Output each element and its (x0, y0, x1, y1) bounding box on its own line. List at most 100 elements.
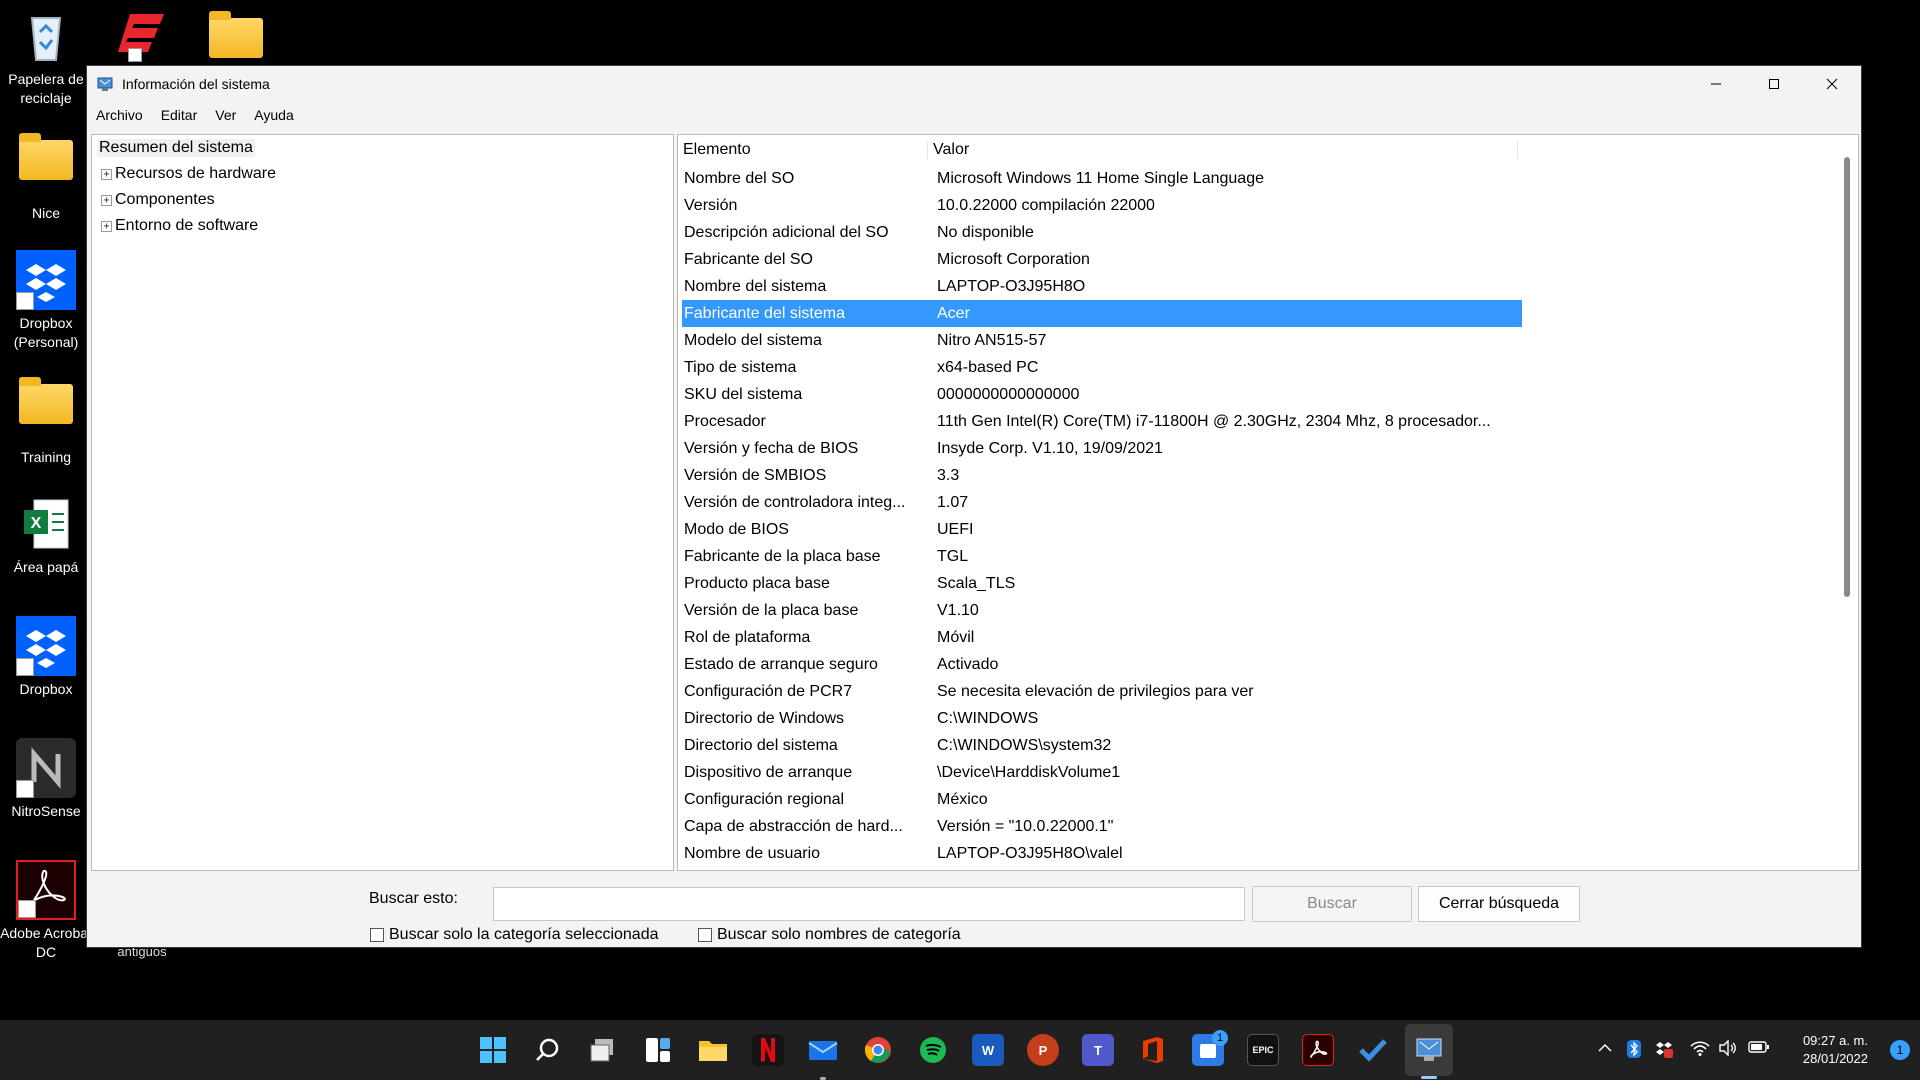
search-input[interactable] (493, 887, 1245, 921)
notification-badge[interactable]: 1 (1890, 1040, 1910, 1060)
expand-plus-icon[interactable]: + (101, 168, 112, 180)
table-row[interactable]: Versión 10.0.22000 compilación 22000 (682, 192, 1522, 219)
cell-value: C:\WINDOWS (937, 709, 1039, 727)
table-row[interactable]: Modelo del sistema Nitro AN515-57 (682, 327, 1522, 354)
table-row[interactable]: Dispositivo de arranque \Device\HarddiskV… (682, 759, 1522, 786)
dropbox-tray-icon[interactable] (1655, 1040, 1673, 1062)
cell-element: Capa de abstracción de hard... (684, 817, 903, 835)
powerpoint-button[interactable]: P (1027, 1034, 1059, 1066)
table-row[interactable]: Nombre del sistema LAPTOP-O3J95H8O (682, 273, 1522, 300)
netflix-button[interactable] (752, 1034, 784, 1066)
bluetooth-tray-icon[interactable] (1627, 1040, 1641, 1062)
table-row[interactable]: Producto placa base Scala_TLS (682, 570, 1522, 597)
acrobat-icon (1310, 1040, 1328, 1059)
close-button[interactable] (1803, 66, 1861, 102)
table-row[interactable]: Fabricante de la placa base TGL (682, 543, 1522, 570)
minimize-button[interactable] (1687, 66, 1745, 102)
taskbar: W P T 1 EPIC 09:27 a. m. 28/01/2022 1 (0, 1020, 1920, 1080)
table-row[interactable]: Versión de la placa base V1.10 (682, 597, 1522, 624)
taskbar-clock[interactable]: 09:27 a. m. 28/01/2022 (1803, 1032, 1868, 1068)
desktop-icon-expressvpn[interactable] (96, 6, 188, 70)
search-panel: Buscar esto: Buscar Cerrar búsqueda Busc… (87, 876, 1861, 948)
expand-plus-icon[interactable]: + (101, 220, 112, 232)
table-row[interactable]: SKU del sistema 0000000000000000 (682, 381, 1522, 408)
menu-ver[interactable]: Ver (215, 107, 236, 123)
table-row[interactable]: Nombre del SO Microsoft Windows 11 Home S… (682, 165, 1522, 192)
table-row[interactable]: Configuración regional México (682, 786, 1522, 813)
shortcut-arrow-icon (128, 48, 142, 62)
teams-button[interactable]: T (1082, 1034, 1114, 1066)
chrome-button[interactable] (862, 1034, 894, 1066)
column-header-element[interactable]: Elemento (678, 141, 928, 159)
mail-button[interactable] (807, 1034, 839, 1066)
vertical-scrollbar[interactable] (1844, 157, 1850, 597)
checkbox-category-names[interactable]: Buscar solo nombres de categoría (698, 926, 961, 944)
task-view-button[interactable] (586, 1034, 618, 1066)
wifi-tray-icon[interactable] (1690, 1040, 1710, 1060)
table-row[interactable]: Directorio de Windows C:\WINDOWS (682, 705, 1522, 732)
table-row[interactable]: Directorio del sistema C:\WINDOWS\system3… (682, 732, 1522, 759)
desktop-icon-nice[interactable]: Nice (0, 128, 92, 223)
column-header-value[interactable]: Valor (928, 141, 1518, 159)
epic-games-button[interactable]: EPIC (1247, 1034, 1279, 1066)
desktop-icon-nitrosense[interactable]: NitroSense (0, 738, 92, 821)
tree-item-label: Recursos de hardware (115, 165, 276, 182)
table-row[interactable]: Fabricante del sistema Acer (682, 300, 1522, 327)
search-button[interactable]: Buscar (1252, 886, 1412, 922)
desktop-icon-training[interactable]: Training (0, 372, 92, 467)
category-tree[interactable]: Resumen del sistema + Recursos de hardwa… (91, 134, 674, 871)
cell-element: SKU del sistema (684, 385, 803, 403)
spotify-button[interactable] (917, 1034, 949, 1066)
start-button[interactable] (477, 1034, 509, 1066)
menu-editar[interactable]: Editar (161, 107, 198, 123)
checkbox-box[interactable] (698, 928, 712, 942)
tree-item-hardware-resources[interactable]: + Recursos de hardware (92, 161, 673, 187)
tree-item-system-summary[interactable]: Resumen del sistema (92, 135, 673, 161)
tree-item-components[interactable]: + Componentes (92, 187, 673, 213)
search-icon (536, 1038, 559, 1061)
maximize-button[interactable] (1745, 66, 1803, 102)
table-row[interactable]: Procesador 11th Gen Intel(R) Core(TM) i7-… (682, 408, 1522, 435)
show-hidden-icons-button[interactable] (1597, 1040, 1613, 1060)
volume-tray-icon[interactable] (1718, 1039, 1738, 1060)
table-row[interactable]: Descripción adicional del SO No disponibl… (682, 219, 1522, 246)
desktop-icon-area-papa[interactable]: X Área papá (0, 494, 92, 577)
cell-value: Activado (937, 655, 999, 673)
todo-check-button[interactable] (1357, 1034, 1389, 1066)
office-button[interactable] (1137, 1034, 1169, 1066)
table-row[interactable]: Versión de SMBIOS 3.3 (682, 462, 1522, 489)
search-taskbar-button[interactable] (532, 1034, 564, 1066)
tree-item-software-environment[interactable]: + Entorno de software (92, 213, 673, 239)
table-row[interactable]: Versión y fecha de BIOS Insyde Corp. V1.1… (682, 435, 1522, 462)
cell-element: Configuración de PCR7 (684, 682, 853, 700)
details-table[interactable]: Elemento Valor Nombre del SO Microsoft Wi… (677, 134, 1859, 871)
close-search-button[interactable]: Cerrar búsqueda (1418, 886, 1580, 922)
acrobat-taskbar-button[interactable] (1302, 1034, 1334, 1066)
table-row[interactable]: Versión de controladora integ... 1.07 (682, 489, 1522, 516)
menu-ayuda[interactable]: Ayuda (254, 107, 293, 123)
table-row[interactable]: Fabricante del SO Microsoft Corporation (682, 246, 1522, 273)
table-row[interactable]: Nombre de usuario LAPTOP-O3J95H8O\valel (682, 840, 1522, 867)
battery-tray-icon[interactable] (1748, 1040, 1770, 1058)
widgets-button[interactable] (642, 1034, 674, 1066)
title-bar[interactable]: Información del sistema (87, 66, 1861, 102)
table-row[interactable]: Configuración de PCR7 Se necesita elevaci… (682, 678, 1522, 705)
desktop-icon-adobe-acrobat[interactable]: Adobe Acrobat DC (0, 860, 92, 962)
cell-element: Tipo de sistema (684, 358, 797, 376)
checkbox-selected-category[interactable]: Buscar solo la categoría seleccionada (370, 926, 659, 944)
word-button[interactable]: W (972, 1034, 1004, 1066)
table-row[interactable]: Rol de plataforma Móvil (682, 624, 1522, 651)
table-row[interactable]: Estado de arranque seguro Activado (682, 651, 1522, 678)
desktop-icon-dropbox[interactable]: Dropbox (0, 616, 92, 699)
file-explorer-button[interactable] (697, 1034, 729, 1066)
table-row[interactable]: Modo de BIOS UEFI (682, 516, 1522, 543)
expand-plus-icon[interactable]: + (101, 194, 112, 206)
table-row[interactable]: Capa de abstracción de hard... Versión = … (682, 813, 1522, 840)
menu-archivo[interactable]: Archivo (96, 107, 143, 123)
system-info-taskbar-button[interactable] (1413, 1034, 1445, 1066)
folder-icon (16, 133, 76, 200)
desktop-icon-recycle-bin[interactable]: Papelera de reciclaje (0, 6, 92, 108)
table-row[interactable]: Tipo de sistema x64-based PC (682, 354, 1522, 381)
desktop-icon-dropbox-personal[interactable]: Dropbox (Personal) (0, 250, 92, 352)
checkbox-box[interactable] (370, 928, 384, 942)
